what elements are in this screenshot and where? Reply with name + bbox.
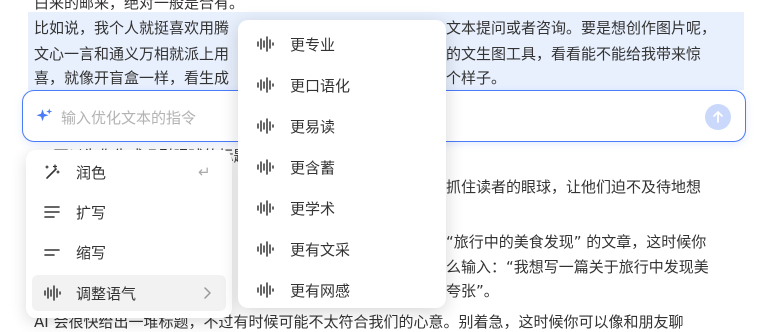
ai-prompt-placeholder[interactable]: 输入优化文本的指令 [61,107,196,128]
waveform-icon [257,77,274,93]
send-button[interactable] [705,104,731,130]
waveform-icon [257,36,274,52]
tone-item-colloquial[interactable]: 更口语化 [244,67,440,103]
tone-item-literary[interactable]: 更有文采 [244,231,440,267]
menu-item-expand[interactable]: 扩写 [32,194,226,230]
tone-item-academic[interactable]: 更学术 [244,190,440,226]
menu-item-label: 润色 [76,163,107,182]
tone-item-professional[interactable]: 更专业 [244,26,440,62]
menu-item-label: 调整语气 [76,284,137,303]
selected-line-3-right: 个样子。 [446,69,507,87]
tone-item-subtle[interactable]: 更含蓄 [244,149,440,185]
waveform-icon [257,159,274,175]
tone-item-label: 更易读 [290,117,336,136]
waveform-icon [257,200,274,216]
magic-wand-icon [42,162,62,182]
body-line-6-right: 夸张”。 [446,282,499,300]
selected-line-2: 文心一言和通义万相就派上用 [34,45,230,63]
selected-line-1-right: 文本提问或者咨询。要是想创作图片呢， [446,19,717,37]
waveform-icon [42,283,62,303]
waveform-icon [257,282,274,298]
tone-item-label: 更专业 [290,35,336,54]
menu-item-label: 缩写 [76,243,107,262]
menu-item-shrink[interactable]: 缩写 [32,234,226,270]
waveform-icon [257,118,274,134]
tone-item-label: 更有网感 [290,281,351,300]
body-line-4-right: “旅行中的美食发现” 的文章，这时候你 [446,233,707,251]
tone-item-label: 更含蓄 [290,158,336,177]
selected-line-1: 比如说，我个人就挺喜欢用腾 [34,19,230,37]
tone-item-internet-savvy[interactable]: 更有网感 [244,272,440,308]
selected-line-2-right: 的文生图工具，看看能不能给我带来惊 [446,45,702,63]
selected-line-3: 喜，就像开盲盒一样，看生成 [34,69,230,87]
body-line-5-right: 么输入：“我想写一篇关于旅行中发现美 [446,258,709,276]
enter-key-icon: ↵ [198,163,211,181]
chevron-right-icon [204,287,211,299]
waveform-icon [257,241,274,257]
tone-item-label: 更有文采 [290,240,351,259]
menu-item-label: 扩写 [76,203,107,222]
shrink-lines-icon [42,242,62,262]
tone-item-label: 更学术 [290,199,336,218]
expand-lines-icon [42,202,62,222]
ai-actions-menu: 润色 ↵ 扩写 缩写 调整语气 [26,150,232,318]
sparkle-icon [36,108,53,122]
tone-item-label: 更口语化 [290,76,351,95]
arrow-up-icon [713,111,723,123]
tone-item-readable[interactable]: 更易读 [244,108,440,144]
menu-item-adjust-tone[interactable]: 调整语气 [32,275,226,311]
body-line-2-right: 抓住读者的眼球，让他们迫不及待地想 [446,178,702,196]
menu-item-polish[interactable]: 润色 ↵ [32,154,226,190]
tone-submenu: 更专业 更口语化 更易读 更含蓄 更学术 更有文采 更有网感 [238,20,446,308]
